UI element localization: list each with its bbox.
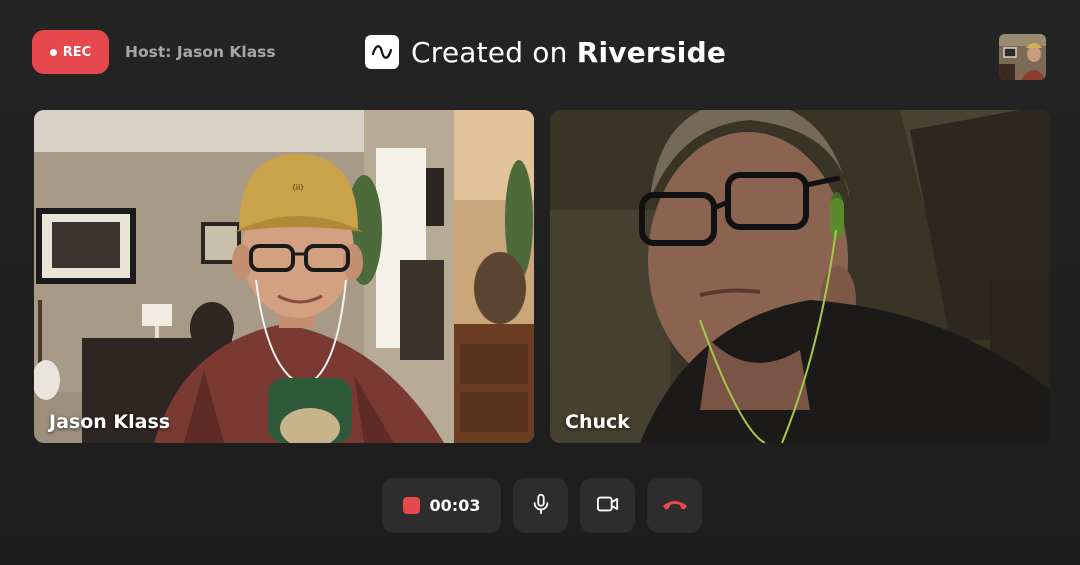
hangup-button[interactable] [647, 478, 702, 533]
brand: Created on Riverside [365, 34, 726, 70]
microphone-icon [530, 493, 552, 519]
brand-prefix: Created on [411, 35, 568, 69]
microphone-button[interactable] [513, 478, 568, 533]
self-preview-thumbnail[interactable] [999, 34, 1046, 80]
record-dot-icon [49, 48, 57, 56]
stop-square-icon [402, 497, 420, 514]
participant-name-label: Chuck [565, 411, 630, 433]
svg-text:(ii): (ii) [293, 183, 304, 192]
camera-button[interactable] [580, 478, 635, 533]
riverside-logo-icon [365, 35, 399, 69]
brand-text: Created on Riverside [411, 36, 726, 69]
camera-icon [596, 493, 620, 519]
rec-label: REC [62, 44, 92, 60]
video-tile-chuck[interactable]: Chuck [550, 110, 1050, 443]
video-feed: (ii) [34, 110, 534, 443]
participant-name-label: Jason Klass [49, 411, 171, 433]
recording-timer-button[interactable]: 00:03 [382, 478, 501, 533]
rec-button[interactable]: REC [32, 30, 109, 74]
phone-hangup-icon [661, 496, 689, 515]
video-feed [550, 110, 1050, 443]
host-label: Host: Jason Klass [125, 43, 276, 61]
timer-value: 00:03 [429, 496, 481, 515]
video-tile-jason[interactable]: (ii) Jason Klass [34, 110, 534, 443]
brand-name: Riverside [576, 35, 727, 69]
